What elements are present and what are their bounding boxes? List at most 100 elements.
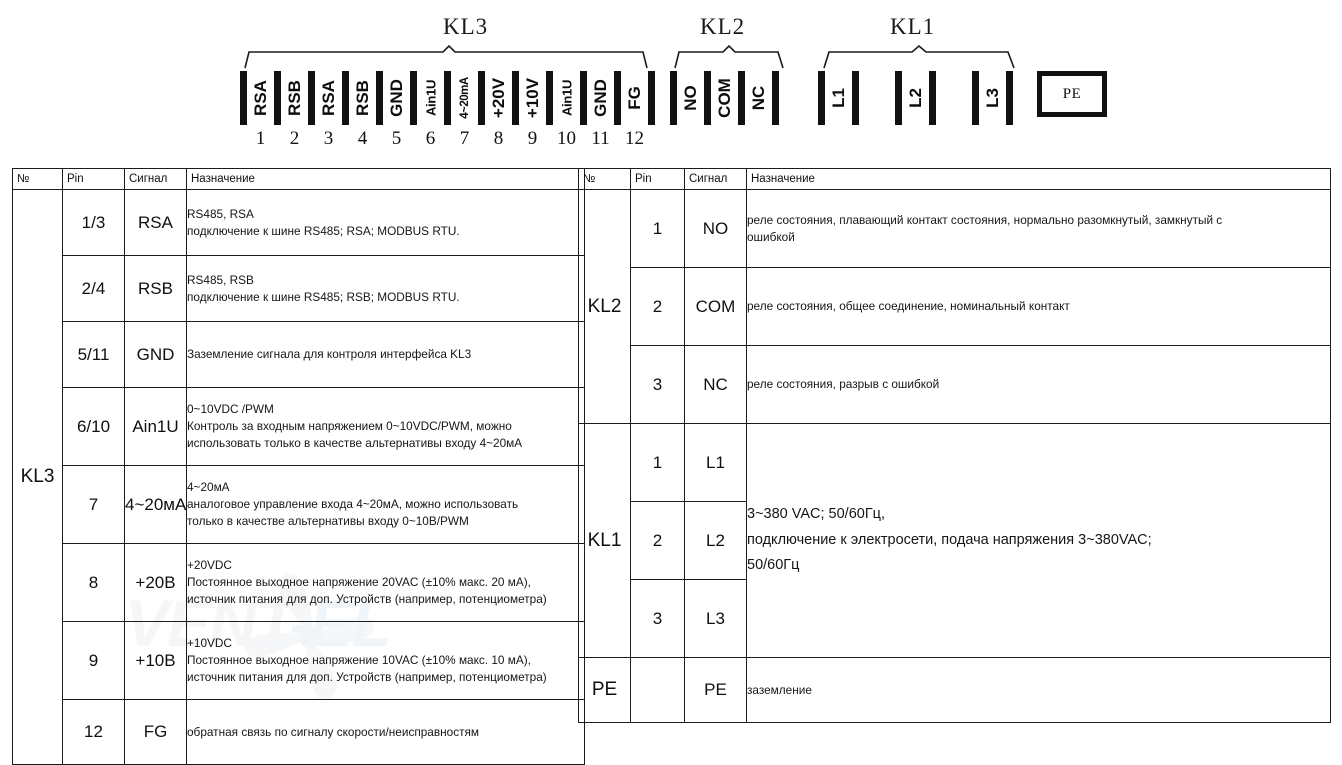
- cell-pin: 1/3: [62, 189, 125, 256]
- kl1-terminal-label: L3: [982, 88, 1002, 108]
- cell-pin: 9: [62, 621, 125, 700]
- purpose-line: подключение к шине RS485; RSA; MODBUS RT…: [187, 223, 460, 238]
- kl3-terminal-rsb: RSB: [281, 71, 308, 125]
- table-header-row: № Pin Сигнал Назначение: [12, 168, 585, 190]
- cell-purpose: обратная связь по сигналу скорости/неисп…: [186, 699, 585, 765]
- kl3-divider-bar: [512, 71, 519, 125]
- purpose-line: 50/60Гц: [747, 557, 800, 574]
- kl3-terminal-ain1u: Ain1U: [417, 71, 444, 125]
- cell-signal: L3: [684, 579, 747, 658]
- purpose-line: Постоянное выходное напряжение 10VAC (±1…: [187, 653, 531, 668]
- cell-purpose: Заземление сигнала для контроля интерфей…: [186, 321, 585, 388]
- header-no: №: [578, 168, 631, 190]
- kl3-divider-bar: [648, 71, 655, 125]
- table-row: 12 FG обратная связь по сигналу скорости/н…: [13, 699, 585, 765]
- cell-signal: FG: [124, 699, 187, 765]
- purpose-line: обратная связь по сигналу скорости/неисп…: [187, 724, 479, 739]
- kl1-terminal-l1: L1: [818, 71, 859, 125]
- cell-pin: 3: [630, 345, 685, 424]
- kl2-divider-bar: [738, 71, 745, 125]
- kl3-terminal-label: RSA: [318, 80, 338, 116]
- purpose-line: +10VDC: [187, 636, 232, 651]
- purpose-line: Контроль за входным напряжением 0~10VDC/…: [187, 419, 512, 434]
- kl1-terminal-cell: L2: [902, 71, 929, 125]
- cell-group-kl1: KL1: [578, 423, 631, 658]
- pin-table-kl2-kl1-pe: № Pin Сигнал Назначение KL2 1 NO реле состояния…: [578, 168, 1331, 723]
- kl1-divider-bar: [972, 71, 979, 125]
- kl3-terminal-fg: FG: [621, 71, 648, 125]
- cell-pin: 1: [630, 423, 685, 502]
- kl3-pin-number: 12: [625, 128, 644, 149]
- purpose-line: источник питания для доп. Устройств (нап…: [187, 669, 547, 684]
- kl3-terminal--10v: +10V: [519, 71, 546, 125]
- cell-purpose: +10VDC Постоянное выходное напряжение 10V…: [186, 621, 585, 700]
- purpose-line: подключение к электросети, подача напряж…: [747, 531, 1152, 548]
- purpose-line: 4~20мА: [187, 480, 230, 495]
- group-label-kl2: KL2: [700, 14, 746, 39]
- kl3-terminal-label: FG: [624, 86, 644, 110]
- cell-pin: [630, 657, 685, 723]
- kl3-divider-bar: [580, 71, 587, 125]
- cell-signal: RSA: [124, 189, 187, 256]
- purpose-line: подключение к шине RS485; RSB; MODBUS RT…: [187, 289, 460, 304]
- header-signal: Сигнал: [124, 168, 187, 190]
- cell-pin: 6/10: [62, 387, 125, 466]
- header-signal: Сигнал: [684, 168, 747, 190]
- cell-purpose: 0~10VDC /PWM Контроль за входным напряжен…: [186, 387, 585, 466]
- table-header-row: № Pin Сигнал Назначение: [578, 168, 1331, 190]
- cell-signal: 4~20мА: [124, 465, 187, 544]
- kl3-pin-number: 4: [357, 128, 368, 149]
- purpose-line: заземление: [747, 682, 812, 697]
- kl2-terminal-nc: NC: [745, 71, 772, 125]
- table-row: 3 NC реле состояния, разрыв с ошибкой: [579, 345, 1331, 424]
- kl3-terminal-label: Ain1U: [423, 79, 438, 117]
- cell-signal: Ain1U: [124, 387, 187, 466]
- cell-purpose: 3~380 VAC; 50/60Гц, подключение к электро…: [746, 423, 1331, 658]
- cell-purpose: RS485, RSB подключение к шине RS485; RSB;…: [186, 255, 585, 322]
- kl1-divider-bar: [929, 71, 936, 125]
- table-row: PE PE заземление: [578, 657, 1331, 723]
- kl3-terminal-gnd: GND: [383, 71, 410, 125]
- cell-pin: 3: [630, 579, 685, 658]
- table-row: 5/11 GND Заземление сигнала для контроля и…: [13, 321, 585, 388]
- terminal-group-kl2: NO COM NC: [670, 71, 779, 125]
- kl3-terminal-label: +20V: [488, 77, 508, 119]
- cell-pin: 2: [630, 501, 685, 580]
- cell-group-kl2: KL2: [578, 189, 631, 424]
- kl3-terminal-label: RSB: [284, 80, 304, 116]
- kl3-pin-number: 11: [591, 128, 610, 149]
- header-no: №: [12, 168, 63, 190]
- purpose-line: 3~380 VAC; 50/60Гц,: [747, 506, 886, 523]
- cell-pin: 2/4: [62, 255, 125, 322]
- kl3-pin-number: 8: [493, 128, 504, 149]
- cell-signal: GND: [124, 321, 187, 388]
- kl3-terminal-label: 4~20mA: [458, 77, 471, 119]
- table-row: KL3 1/3 RSA RS485, RSA подключение к шине RS…: [12, 189, 585, 765]
- kl3-pin-number: 3: [323, 128, 334, 149]
- kl1-divider-bar: [818, 71, 825, 125]
- table-row: 6/10 Ain1U 0~10VDC /PWM Контроль за входным…: [13, 387, 585, 466]
- cell-purpose: реле состояния, общее соединение, номина…: [746, 267, 1331, 346]
- cell-pin: 8: [62, 543, 125, 622]
- table-row: KL2 1 NO реле состояния, плавающий контакт …: [578, 189, 1331, 424]
- kl1-divider-bar: [1006, 71, 1013, 125]
- kl3-terminal-gnd: GND: [587, 71, 614, 125]
- pe-terminal-label: PE: [1062, 85, 1082, 102]
- kl1-terminal-l3: L3: [972, 71, 1013, 125]
- purpose-line: источник питания для доп. Устройств (нап…: [187, 591, 547, 606]
- kl2-divider-bar: [670, 71, 677, 125]
- cell-signal: L2: [684, 501, 747, 580]
- cell-purpose: 4~20мА аналоговое управление входа 4~20мА…: [186, 465, 585, 544]
- brace-kl3: [244, 44, 648, 69]
- kl3-terminal-rsa: RSA: [315, 71, 342, 125]
- table-row: 2 COM реле состояния, общее соединение, но…: [579, 267, 1331, 346]
- cell-signal: NC: [684, 345, 747, 424]
- kl3-pin-number: 10: [557, 128, 576, 149]
- purpose-line: реле состояния, разрыв с ошибкой: [747, 377, 940, 392]
- kl3-pin-number: 2: [289, 128, 300, 149]
- kl3-divider-bar: [478, 71, 485, 125]
- kl2-divider-bar: [704, 71, 711, 125]
- purpose-line: Заземление сигнала для контроля интерфей…: [187, 347, 472, 362]
- header-purpose: Назначение: [186, 168, 585, 190]
- kl3-terminal-label: GND: [386, 79, 406, 117]
